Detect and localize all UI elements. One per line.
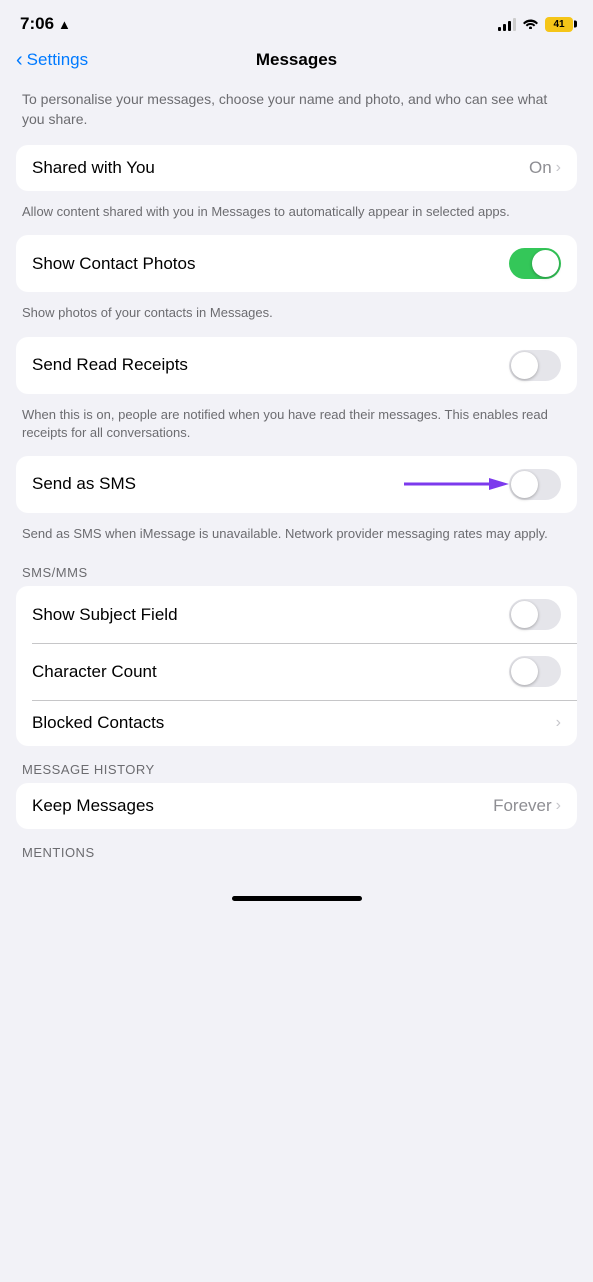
- mentions-section: MENTIONS: [16, 837, 577, 866]
- back-button[interactable]: ‹ Settings: [16, 49, 88, 72]
- keep-messages-value: Forever ›: [493, 796, 561, 816]
- keep-messages-row[interactable]: Keep Messages Forever ›: [16, 783, 577, 829]
- send-as-sms-description: Send as SMS when iMessage is unavailable…: [16, 521, 577, 557]
- send-read-receipts-toggle[interactable]: [509, 350, 561, 381]
- chevron-right-icon: ›: [556, 159, 561, 177]
- signal-bar-2: [503, 24, 506, 31]
- status-right-icons: 41: [498, 16, 573, 32]
- signal-bar-4: [513, 18, 516, 31]
- home-bar: [232, 896, 362, 901]
- wifi-icon: [522, 16, 539, 32]
- show-subject-field-label: Show Subject Field: [32, 605, 178, 625]
- toggle-thumb: [511, 658, 538, 685]
- character-count-label: Character Count: [32, 662, 157, 682]
- signal-bars: [498, 17, 516, 31]
- shared-with-you-description: Allow content shared with you in Message…: [16, 199, 577, 235]
- sms-mms-section-header: SMS/MMS: [16, 557, 577, 586]
- signal-bar-1: [498, 27, 501, 31]
- shared-with-you-value: On ›: [529, 158, 561, 178]
- signal-bar-3: [508, 21, 511, 31]
- message-history-card: Keep Messages Forever ›: [16, 783, 577, 829]
- location-icon: ▲: [58, 17, 71, 32]
- toggle-thumb: [511, 352, 538, 379]
- keep-messages-status: Forever: [493, 796, 552, 816]
- settings-content: To personalise your messages, choose you…: [0, 82, 593, 866]
- show-contact-photos-card: Show Contact Photos: [16, 235, 577, 292]
- send-as-sms-toggle[interactable]: [509, 469, 561, 500]
- show-contact-photos-label: Show Contact Photos: [32, 254, 195, 274]
- send-read-receipts-row: Send Read Receipts: [16, 337, 577, 394]
- send-as-sms-label: Send as SMS: [32, 474, 136, 494]
- back-label: Settings: [27, 50, 88, 70]
- page-title: Messages: [256, 50, 337, 70]
- keep-messages-label: Keep Messages: [32, 796, 154, 816]
- status-time: 7:06 ▲: [20, 14, 71, 34]
- mentions-header: MENTIONS: [16, 837, 577, 866]
- chevron-right-icon: ›: [556, 797, 561, 815]
- battery-level: 41: [553, 19, 564, 30]
- sms-mms-card: Show Subject Field Character Count Block…: [16, 586, 577, 746]
- intro-description: To personalise your messages, choose you…: [16, 82, 577, 145]
- character-count-toggle[interactable]: [509, 656, 561, 687]
- send-read-receipts-label: Send Read Receipts: [32, 355, 188, 375]
- send-as-sms-card: Send as SMS: [16, 456, 577, 513]
- show-subject-field-toggle[interactable]: [509, 599, 561, 630]
- status-bar: 7:06 ▲ 41: [0, 0, 593, 42]
- message-history-section: MESSAGE HISTORY Keep Messages Forever ›: [16, 754, 577, 829]
- shared-with-you-row[interactable]: Shared with You On ›: [16, 145, 577, 191]
- blocked-contacts-label: Blocked Contacts: [32, 713, 164, 733]
- purple-arrow-svg: [399, 474, 509, 494]
- nav-header: ‹ Settings Messages: [0, 42, 593, 82]
- send-read-receipts-description: When this is on, people are notified whe…: [16, 402, 577, 456]
- shared-with-you-status: On: [529, 158, 552, 178]
- time-display: 7:06: [20, 14, 54, 34]
- toggle-thumb: [511, 601, 538, 628]
- character-count-row: Character Count: [16, 643, 577, 700]
- show-contact-photos-row: Show Contact Photos: [16, 235, 577, 292]
- send-read-receipts-card: Send Read Receipts: [16, 337, 577, 394]
- toggle-thumb: [511, 471, 538, 498]
- home-indicator: [0, 886, 593, 911]
- shared-with-you-card: Shared with You On ›: [16, 145, 577, 191]
- purple-arrow-annotation: [399, 474, 509, 494]
- blocked-contacts-chevron-icon: ›: [556, 714, 561, 732]
- shared-with-you-label: Shared with You: [32, 158, 155, 178]
- show-subject-field-row: Show Subject Field: [16, 586, 577, 643]
- back-chevron-icon: ‹: [16, 49, 23, 72]
- battery-indicator: 41: [545, 17, 573, 32]
- message-history-header: MESSAGE HISTORY: [16, 754, 577, 783]
- show-contact-photos-description: Show photos of your contacts in Messages…: [16, 300, 577, 336]
- toggle-thumb: [532, 250, 559, 277]
- blocked-contacts-row[interactable]: Blocked Contacts ›: [16, 700, 577, 746]
- show-contact-photos-toggle[interactable]: [509, 248, 561, 279]
- send-as-sms-row: Send as SMS: [16, 456, 577, 513]
